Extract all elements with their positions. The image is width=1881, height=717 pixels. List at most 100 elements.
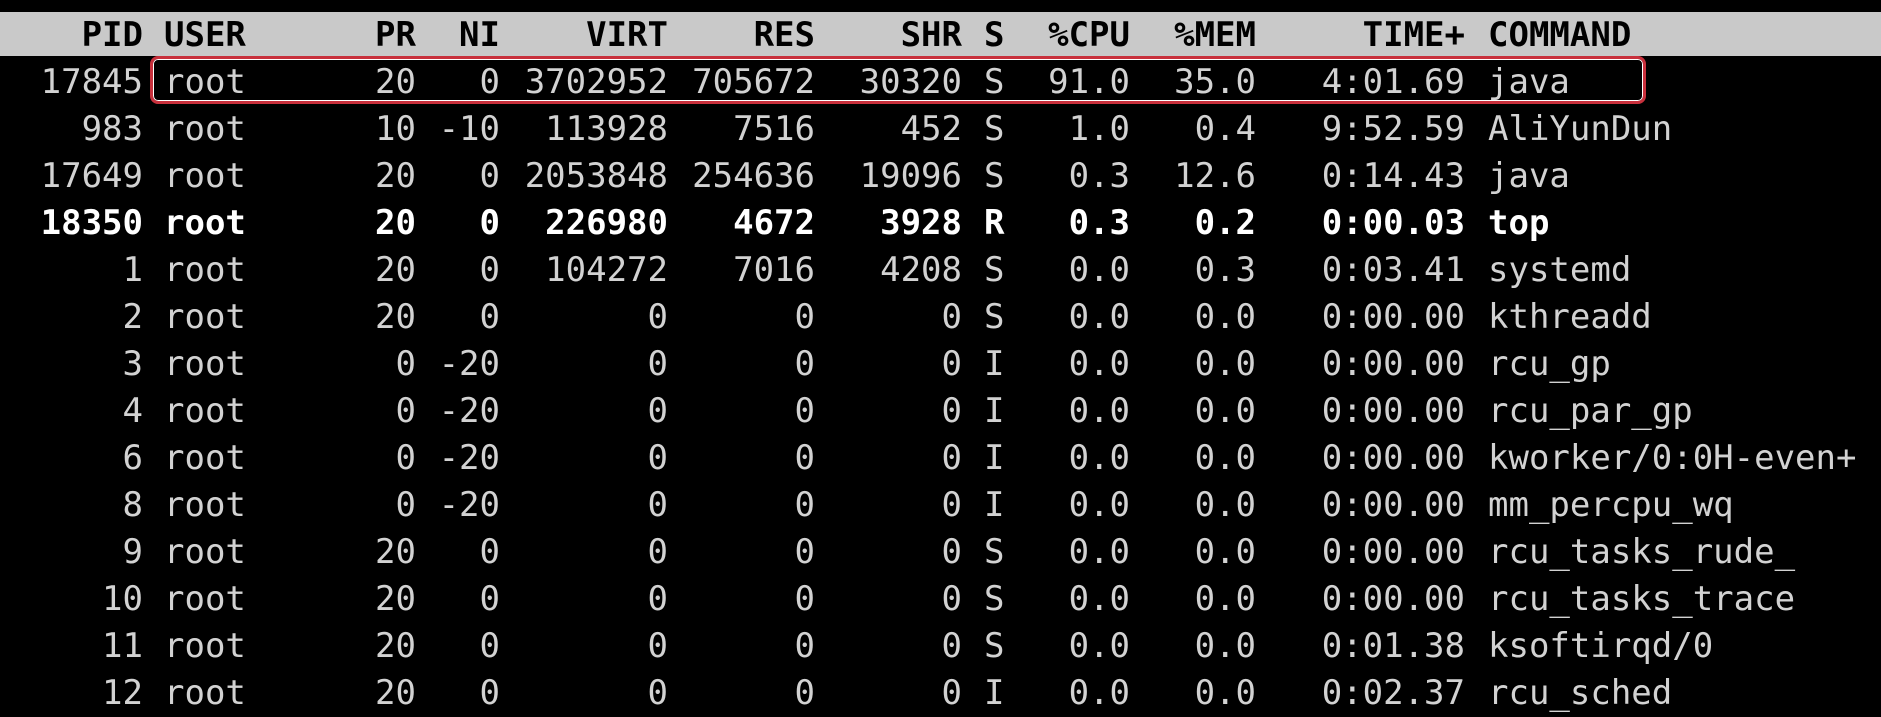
process-priority: 0: [395, 438, 416, 478]
process-row[interactable]: 1 root 20 0 104272 7016 4208 S 0.0 0.3 0:03.41 syst…: [0, 247, 1881, 294]
process-mem: 12.6: [1174, 156, 1256, 196]
process-mem: 0.0: [1194, 438, 1256, 478]
column-header-ni[interactable]: NI: [416, 12, 500, 58]
process-nice: -20: [438, 485, 500, 525]
process-user: root: [164, 156, 246, 196]
column-header-virt[interactable]: VIRT: [500, 12, 668, 58]
process-user: root: [164, 579, 246, 619]
process-shr: 0: [941, 626, 962, 666]
process-pid: 12: [102, 673, 143, 713]
process-row[interactable]: 18350 root 20 0 226980 4672 3928 R 0.3 0.2 0:00.03…: [0, 200, 1881, 247]
process-user: root: [164, 250, 246, 290]
process-cpu: 0.0: [1068, 344, 1130, 384]
process-state: I: [984, 673, 1005, 713]
process-time: 0:02.37: [1321, 673, 1465, 713]
process-cpu: 0.0: [1068, 438, 1130, 478]
process-command: rcu_gp: [1488, 344, 1611, 384]
process-mem: 0.0: [1194, 579, 1256, 619]
process-user: root: [164, 673, 246, 713]
process-row[interactable]: 983 root 10 -10 113928 7516 452 S 1.0 0.4 9:52.59 A…: [0, 106, 1881, 153]
process-row[interactable]: 10 root 20 0 0 0 0 S 0.0 0.0 0:00.00 rcu_tasks_trac…: [0, 576, 1881, 623]
process-shr: 0: [941, 485, 962, 525]
process-time: 0:01.38: [1321, 626, 1465, 666]
process-state: S: [984, 579, 1005, 619]
column-header-shr[interactable]: SHR: [815, 12, 962, 58]
column-header-mem[interactable]: %MEM: [1130, 12, 1256, 58]
process-nice: -10: [438, 109, 500, 149]
process-shr: 0: [941, 391, 962, 431]
process-pid: 9: [122, 532, 143, 572]
process-virt: 0: [647, 297, 668, 337]
top-terminal: PID USER PR NI VIRT RES SHR S %CPU %MEM …: [0, 0, 1881, 713]
column-header-pr[interactable]: PR: [340, 12, 416, 58]
process-state: S: [984, 250, 1005, 290]
process-row[interactable]: 3 root 0 -20 0 0 0 I 0.0 0.0 0:00.00 rcu_gp: [0, 341, 1881, 388]
process-cpu: 0.0: [1068, 297, 1130, 337]
process-pid: 10: [102, 579, 143, 619]
process-res: 0: [794, 438, 815, 478]
process-mem: 0.0: [1194, 391, 1256, 431]
process-virt: 0: [647, 626, 668, 666]
column-header-command[interactable]: COMMAND: [1488, 12, 1881, 58]
column-header-res[interactable]: RES: [668, 12, 815, 58]
process-state: I: [984, 344, 1005, 384]
process-res: 254636: [692, 156, 815, 196]
process-row[interactable]: 9 root 20 0 0 0 0 S 0.0 0.0 0:00.00 rcu_tasks_rude_: [0, 529, 1881, 576]
process-user: root: [164, 485, 246, 525]
process-nice: 0: [479, 673, 500, 713]
process-time: 0:00.00: [1321, 438, 1465, 478]
column-header-state[interactable]: S: [984, 12, 1024, 58]
column-header-time[interactable]: TIME+: [1256, 12, 1465, 58]
process-cpu: 0.0: [1068, 250, 1130, 290]
column-header-pid[interactable]: PID: [0, 12, 143, 58]
process-res: 0: [794, 673, 815, 713]
process-priority: 20: [375, 673, 416, 713]
process-command: rcu_par_gp: [1488, 391, 1693, 431]
process-nice: 0: [479, 626, 500, 666]
process-row[interactable]: 4 root 0 -20 0 0 0 I 0.0 0.0 0:00.00 rcu_par_gp: [0, 388, 1881, 435]
process-user: root: [164, 438, 246, 478]
process-nice: -20: [438, 391, 500, 431]
process-shr: 0: [941, 532, 962, 572]
process-nice: 0: [479, 250, 500, 290]
process-virt: 2053848: [524, 156, 668, 196]
process-nice: 0: [479, 62, 500, 102]
process-priority: 0: [395, 485, 416, 525]
process-shr: 0: [941, 673, 962, 713]
process-row[interactable]: 11 root 20 0 0 0 0 S 0.0 0.0 0:01.38 ksoftirqd/0: [0, 623, 1881, 670]
process-virt: 0: [647, 579, 668, 619]
process-res: 705672: [692, 62, 815, 102]
process-mem: 0.0: [1194, 344, 1256, 384]
process-time: 0:03.41: [1321, 250, 1465, 290]
process-cpu: 1.0: [1068, 109, 1130, 149]
process-mem: 0.4: [1194, 109, 1256, 149]
process-row[interactable]: 8 root 0 -20 0 0 0 I 0.0 0.0 0:00.00 mm_percpu_wq: [0, 482, 1881, 529]
process-cpu: 0.0: [1068, 485, 1130, 525]
process-nice: -20: [438, 344, 500, 384]
process-state: S: [984, 297, 1005, 337]
process-pid: 17845: [40, 62, 143, 102]
process-state: S: [984, 532, 1005, 572]
process-cpu: 0.0: [1068, 673, 1130, 713]
column-header-cpu[interactable]: %CPU: [1024, 12, 1130, 58]
column-header-user[interactable]: USER: [164, 12, 344, 58]
process-time: 0:00.00: [1321, 485, 1465, 525]
process-row[interactable]: 12 root 20 0 0 0 0 I 0.0 0.0 0:02.37 rcu_sched: [0, 670, 1881, 717]
process-time: 0:00.00: [1321, 532, 1465, 572]
process-mem: 0.0: [1194, 485, 1256, 525]
process-row[interactable]: 17649 root 20 0 2053848 254636 19096 S 0.3 12.6 0:…: [0, 153, 1881, 200]
process-row[interactable]: 17845 root 20 0 3702952 705672 30320 S 91.0 35.0 4…: [0, 59, 1881, 106]
process-command: top: [1488, 203, 1550, 243]
process-time: 0:00.00: [1321, 344, 1465, 384]
process-shr: 3928: [880, 203, 962, 243]
process-command: rcu_tasks_rude_: [1488, 532, 1796, 572]
process-time: 9:52.59: [1321, 109, 1465, 149]
process-row[interactable]: 2 root 20 0 0 0 0 S 0.0 0.0 0:00.00 kthreadd: [0, 294, 1881, 341]
process-pid: 17649: [40, 156, 143, 196]
process-virt: 0: [647, 438, 668, 478]
process-row[interactable]: 6 root 0 -20 0 0 0 I 0.0 0.0 0:00.00 kworker/0:0H-e…: [0, 435, 1881, 482]
process-state: S: [984, 626, 1005, 666]
process-mem: 0.2: [1194, 203, 1256, 243]
process-priority: 20: [375, 297, 416, 337]
process-nice: 0: [479, 203, 500, 243]
